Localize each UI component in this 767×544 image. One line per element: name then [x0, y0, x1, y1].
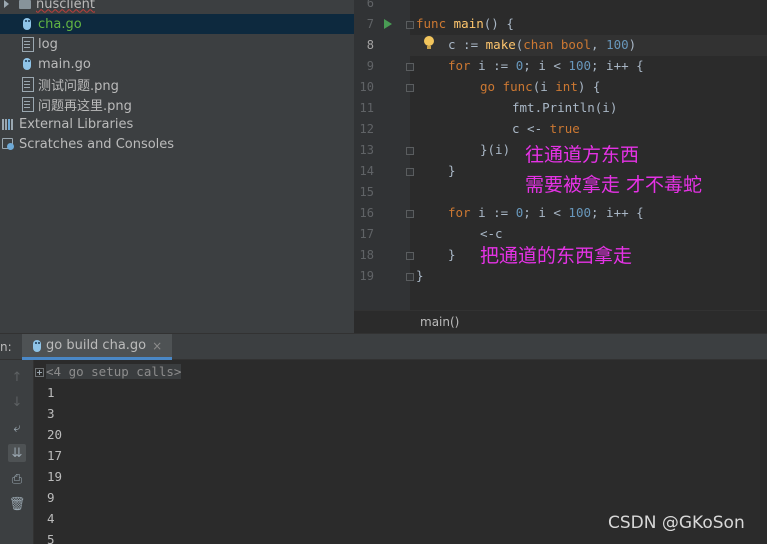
- image-file-icon: [20, 97, 34, 112]
- fold-marker-icon[interactable]: [406, 21, 414, 29]
- code-line-16: for i := 0; i < 100; i++ {: [448, 205, 644, 220]
- lightbulb-icon[interactable]: [424, 36, 434, 49]
- close-icon[interactable]: ×: [152, 339, 162, 353]
- scratches-icon: [1, 137, 15, 151]
- line-number: 17: [359, 227, 374, 241]
- image-file-icon: [20, 77, 34, 92]
- line-number: 13: [359, 143, 374, 157]
- code-editor[interactable]: 6 7 8 9 10 11 12 13 14 15 16 17 18 19 fu…: [354, 0, 767, 333]
- go-file-icon: [20, 57, 34, 71]
- code-line-14: }: [448, 163, 456, 178]
- libraries-icon: [1, 117, 15, 131]
- console-line: 3: [47, 406, 55, 421]
- gopher-icon: [30, 339, 44, 353]
- fold-marker-icon[interactable]: [406, 168, 414, 176]
- fold-marker-icon[interactable]: [406, 63, 414, 71]
- line-number: 16: [359, 206, 374, 220]
- tree-item-main-go[interactable]: main.go: [0, 54, 354, 74]
- annotation-text: 需要被拿走 才不毒蛇: [525, 174, 703, 196]
- folder-icon: [18, 0, 32, 11]
- editor-gutter[interactable]: 6 7 8 9 10 11 12 13 14 15 16 17 18 19: [354, 0, 410, 310]
- console-line: 4: [47, 511, 55, 526]
- tab-label: go build cha.go: [46, 338, 147, 353]
- console-line: 5: [47, 532, 55, 544]
- line-number: 14: [359, 164, 374, 178]
- console-line: 19: [47, 469, 63, 484]
- trash-icon[interactable]: 🗑: [8, 495, 26, 513]
- project-tree-panel: nusclient cha.go log main.go 测试问题.png 问题…: [0, 0, 354, 333]
- console-setup-calls[interactable]: <4 go setup calls>: [35, 361, 182, 382]
- tree-item-scratches[interactable]: Scratches and Consoles: [0, 134, 354, 154]
- watermark: CSDN @GKoSon: [608, 513, 745, 533]
- tree-item-log[interactable]: log: [0, 34, 354, 54]
- fold-marker-icon[interactable]: [406, 210, 414, 218]
- file-icon: [20, 37, 34, 52]
- run-tool-window-header: n: go build cha.go ×: [0, 333, 767, 360]
- line-number: 8: [366, 38, 374, 52]
- code-line-13: }(i): [480, 142, 511, 157]
- tree-item-nusclient[interactable]: nusclient: [0, 0, 354, 14]
- code-line-9: for i := 0; i < 100; i++ {: [448, 58, 644, 73]
- fold-marker-icon[interactable]: [406, 84, 414, 92]
- code-line-19: }: [416, 268, 424, 283]
- console-line: 9: [47, 490, 55, 505]
- code-line-10: go func(i int) {: [480, 79, 601, 94]
- tree-item-png-2[interactable]: 问题再这里.png: [0, 94, 354, 114]
- code-line-11: fmt.Println(i): [512, 100, 618, 115]
- breadcrumb: main(): [354, 310, 767, 333]
- annotation-text: 往通道方东西: [525, 144, 640, 166]
- tree-item-png-1[interactable]: 测试问题.png: [0, 74, 354, 94]
- tree-item-label: External Libraries: [19, 116, 134, 132]
- fold-marker-icon[interactable]: [406, 147, 414, 155]
- console-line: 20: [47, 427, 63, 442]
- console-line: 1: [47, 385, 55, 400]
- tree-item-label: 问题再这里.png: [38, 98, 132, 114]
- arrow-up-icon[interactable]: ↑: [8, 368, 26, 386]
- run-gutter-icon[interactable]: [384, 19, 392, 29]
- tab-go-build[interactable]: go build cha.go ×: [22, 334, 173, 360]
- line-number: 6: [366, 0, 374, 10]
- code-line-8: c := make(chan bool, 100): [448, 37, 637, 52]
- line-number: 18: [359, 248, 374, 262]
- tree-item-label: nusclient: [36, 0, 95, 12]
- tree-item-label: cha.go: [38, 16, 82, 32]
- print-icon[interactable]: ⎙: [8, 470, 26, 488]
- line-number: 10: [359, 80, 374, 94]
- breadcrumb-item[interactable]: main(): [420, 315, 459, 329]
- fold-marker-icon[interactable]: [406, 273, 414, 281]
- tree-item-cha-go[interactable]: cha.go: [0, 14, 354, 34]
- fold-marker-icon[interactable]: [406, 252, 414, 260]
- run-window-label: n:: [0, 340, 12, 354]
- annotation-text: 把通道的东西拿走: [480, 245, 633, 267]
- line-number: 19: [359, 269, 374, 283]
- code-line-7: func main() {: [416, 16, 514, 31]
- line-number: 12: [359, 122, 374, 136]
- tree-item-label: main.go: [38, 56, 91, 72]
- expand-arrow-icon[interactable]: [4, 0, 9, 8]
- soft-wrap-icon[interactable]: ⤶: [8, 419, 26, 437]
- tree-item-label: 测试问题.png: [38, 78, 119, 94]
- expand-icon[interactable]: [35, 368, 44, 377]
- code-line-12: c <- true: [512, 121, 580, 136]
- arrow-down-icon[interactable]: ↓: [8, 393, 26, 411]
- line-number: 15: [359, 185, 374, 199]
- scroll-to-end-icon[interactable]: ⇊: [8, 444, 26, 462]
- tree-item-external-libraries[interactable]: External Libraries: [0, 114, 354, 134]
- line-number: 7: [366, 17, 374, 31]
- console-line: 17: [47, 448, 63, 463]
- line-number: 9: [366, 59, 374, 73]
- go-file-icon: [20, 17, 34, 31]
- code-line-18: }: [448, 247, 456, 262]
- line-number: 11: [359, 101, 374, 115]
- tree-item-label: log: [38, 36, 58, 52]
- run-toolbar: ↑ ↓ ⤶ ⇊ ⎙ 🗑: [0, 360, 34, 544]
- tree-item-label: Scratches and Consoles: [19, 136, 175, 152]
